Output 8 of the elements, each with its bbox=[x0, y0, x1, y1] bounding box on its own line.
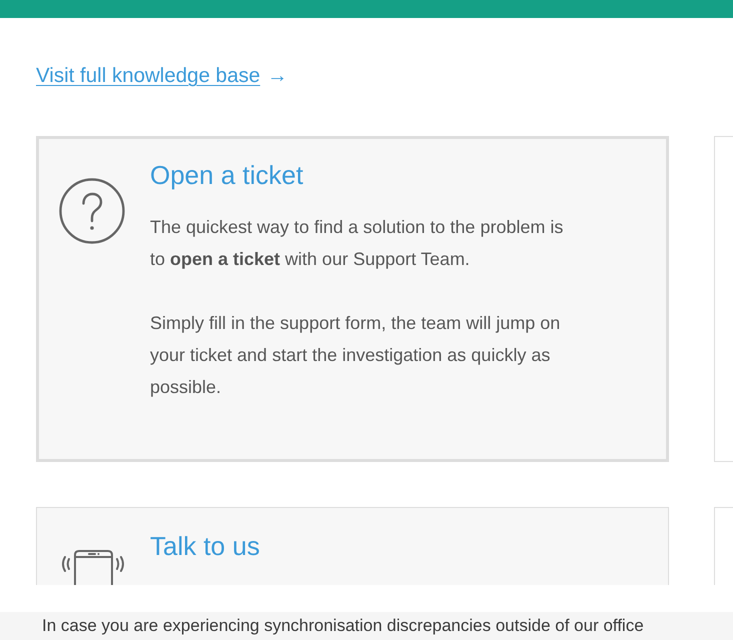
question-mark-icon bbox=[59, 178, 125, 244]
card-title: Talk to us bbox=[150, 532, 261, 561]
card-text: The quickest way to find a solution to the problem is to open a ticket with our Support Team. bbox=[150, 216, 564, 271]
card-text: Simply fill in the support form, the team will jump on your ticket and start the investigation as quickly as possible. bbox=[150, 312, 562, 399]
phone-icon bbox=[60, 549, 126, 585]
knowledge-base-link[interactable]: Visit full knowledge base → bbox=[36, 62, 288, 90]
card-title: Open a ticket bbox=[150, 161, 304, 190]
notice-text: In case you are experiencing synchronisation discrepancies outside of our office bbox=[42, 616, 644, 636]
